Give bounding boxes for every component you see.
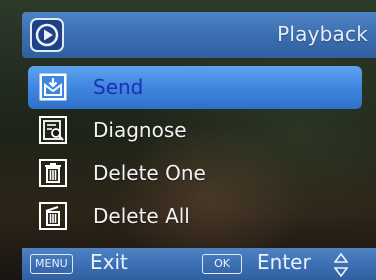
delete-all-icon: [39, 202, 67, 230]
ok-key-badge[interactable]: OK: [202, 254, 242, 274]
enter-label: Enter: [257, 250, 311, 274]
diagnose-icon: [39, 116, 67, 144]
up-down-arrows-icon: [334, 253, 348, 277]
menu-item-diagnose[interactable]: Diagnose: [28, 109, 376, 152]
header-bar: Playback: [22, 12, 376, 58]
exit-label: Exit: [90, 250, 128, 274]
menu-item-label: Send: [93, 75, 144, 99]
delete-one-icon: [39, 159, 67, 187]
camera-screen: Playback Send Diagnose Delete One Delete…: [0, 0, 376, 280]
send-icon: [39, 73, 67, 101]
menu-item-label: Delete One: [93, 161, 206, 185]
menu-item-label: Diagnose: [93, 118, 187, 142]
menu-item-delete-all[interactable]: Delete All: [28, 195, 376, 238]
menu-key-badge[interactable]: MENU: [30, 254, 73, 274]
page-title: Playback: [277, 22, 368, 46]
footer-bar: MENU Exit OK Enter: [22, 248, 376, 280]
playback-icon: [30, 18, 64, 52]
menu-item-delete-one[interactable]: Delete One: [28, 152, 376, 195]
playback-menu: Send Diagnose Delete One Delete All: [28, 66, 376, 238]
menu-item-label: Delete All: [93, 204, 190, 228]
menu-item-send[interactable]: Send: [28, 66, 362, 109]
